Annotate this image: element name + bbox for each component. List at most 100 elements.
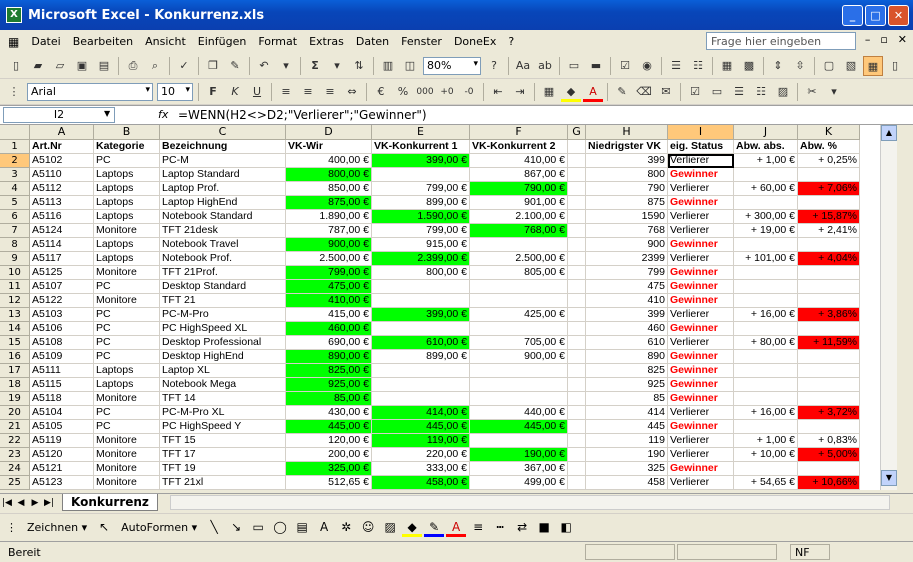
table-cell[interactable]: PC-M-Pro XL [160, 406, 286, 420]
table-cell[interactable]: 825,00 € [286, 364, 372, 378]
table-cell[interactable]: + 5,00% [798, 448, 860, 462]
table-cell[interactable]: 899,00 € [372, 196, 470, 210]
table-cell[interactable] [734, 322, 798, 336]
help-search-input[interactable]: Frage hier eingeben [706, 32, 856, 50]
table-cell[interactable] [734, 168, 798, 182]
table-cell[interactable]: TFT 15 [160, 434, 286, 448]
table-cell[interactable]: 119 [586, 434, 668, 448]
table-cell[interactable] [568, 168, 586, 182]
table-cell[interactable]: PC [94, 154, 160, 168]
form-image-icon[interactable]: ▨ [773, 82, 793, 102]
table-cell[interactable]: Laptops [94, 238, 160, 252]
header-cell[interactable]: eig. Status [668, 140, 734, 154]
horizontal-scrollbar[interactable] [170, 495, 890, 510]
table-cell[interactable]: 800,00 € [372, 266, 470, 280]
table-cell[interactable] [568, 308, 586, 322]
table-cell[interactable]: 705,00 € [470, 336, 568, 350]
table-cell[interactable]: 900,00 € [286, 238, 372, 252]
scroll-up-icon[interactable]: ▲ [881, 125, 897, 141]
table-cell[interactable]: Gewinner [668, 280, 734, 294]
table-cell[interactable]: 460,00 € [286, 322, 372, 336]
row-header[interactable]: 16 [0, 350, 30, 364]
header-cell[interactable]: Art.Nr [30, 140, 94, 154]
dash-style-icon[interactable]: ┅ [490, 517, 510, 537]
table-cell[interactable]: + 54,65 € [734, 476, 798, 490]
table-cell[interactable]: TFT 19 [160, 462, 286, 476]
table-cell[interactable]: 460 [586, 322, 668, 336]
percent-button[interactable]: % [393, 82, 413, 102]
table-cell[interactable]: Monitore [94, 462, 160, 476]
table-cell[interactable]: A5115 [30, 378, 94, 392]
table-cell[interactable]: + 2,41% [798, 224, 860, 238]
table-cell[interactable] [568, 322, 586, 336]
table-cell[interactable] [568, 350, 586, 364]
align-center-icon[interactable]: ≡ [298, 82, 318, 102]
3d-icon[interactable]: ◧ [556, 517, 576, 537]
spelling-icon[interactable]: ✓ [174, 56, 194, 76]
table-cell[interactable]: + 15,87% [798, 210, 860, 224]
table-cell[interactable]: 445,00 € [470, 420, 568, 434]
table-cell[interactable]: A5114 [30, 238, 94, 252]
function-icon[interactable]: fx [158, 108, 168, 121]
table-cell[interactable] [798, 364, 860, 378]
column-header-e[interactable]: E [372, 125, 470, 140]
table-cell[interactable]: 2.100,00 € [470, 210, 568, 224]
table-cell[interactable] [372, 322, 470, 336]
header-cell[interactable]: Niedrigster VK [586, 140, 668, 154]
menu-help[interactable]: ? [502, 35, 520, 48]
table-cell[interactable]: + 3,86% [798, 308, 860, 322]
table-cell[interactable]: A5108 [30, 336, 94, 350]
table-cell[interactable]: 119,00 € [372, 434, 470, 448]
table-cell[interactable]: 825 [586, 364, 668, 378]
table-cell[interactable] [372, 364, 470, 378]
table-cell[interactable]: Desktop Standard [160, 280, 286, 294]
form-checkbox-icon[interactable]: ☑ [685, 82, 705, 102]
table-cell[interactable]: + 16,00 € [734, 406, 798, 420]
table-cell[interactable]: + 0,83% [798, 434, 860, 448]
picture-icon[interactable]: ▨ [380, 517, 400, 537]
table-cell[interactable] [568, 434, 586, 448]
thousands-button[interactable]: 000 [415, 82, 435, 102]
table-cell[interactable]: Gewinner [668, 238, 734, 252]
table-cell[interactable] [734, 196, 798, 210]
checkbox-icon[interactable]: ☑ [615, 56, 635, 76]
table-cell[interactable]: + 1,00 € [734, 154, 798, 168]
table-cell[interactable]: TFT 21 [160, 294, 286, 308]
table-cell[interactable]: 799,00 € [286, 266, 372, 280]
scroll-track[interactable] [881, 141, 897, 470]
table-cell[interactable] [798, 196, 860, 210]
column-header-f[interactable]: F [470, 125, 568, 140]
table-cell[interactable]: Gewinner [668, 266, 734, 280]
table-cell[interactable]: Monitore [94, 476, 160, 490]
table-cell[interactable] [568, 294, 586, 308]
row-header[interactable]: 19 [0, 392, 30, 406]
bold-button[interactable]: F [203, 82, 223, 102]
table-cell[interactable]: A5121 [30, 462, 94, 476]
more-icon[interactable]: ▾ [824, 82, 844, 102]
header-cell[interactable]: Bezeichnung [160, 140, 286, 154]
table-cell[interactable] [568, 378, 586, 392]
radio-icon[interactable]: ◉ [637, 56, 657, 76]
table-cell[interactable] [568, 154, 586, 168]
table-cell[interactable] [568, 280, 586, 294]
header-cell[interactable] [568, 140, 586, 154]
row-header[interactable]: 5 [0, 196, 30, 210]
table-cell[interactable]: Monitore [94, 224, 160, 238]
table-cell[interactable]: 787,00 € [286, 224, 372, 238]
table-cell[interactable] [798, 420, 860, 434]
row-header[interactable]: 18 [0, 378, 30, 392]
table-cell[interactable]: + 4,04% [798, 252, 860, 266]
table-cell[interactable]: 399,00 € [372, 154, 470, 168]
vertical-scrollbar[interactable]: ▲ ▼ [880, 125, 897, 490]
table-cell[interactable]: 445,00 € [372, 420, 470, 434]
draw-border-icon[interactable]: ✎ [612, 82, 632, 102]
table-cell[interactable]: 790,00 € [470, 182, 568, 196]
table-cell[interactable]: PC-M-Pro [160, 308, 286, 322]
menu-doneex[interactable]: DoneEx [448, 35, 502, 48]
oval-icon[interactable]: ◯ [270, 517, 290, 537]
autosum-dropdown-icon[interactable]: ▾ [327, 56, 347, 76]
select-objects-icon[interactable]: ↖ [94, 517, 114, 537]
table-cell[interactable] [470, 294, 568, 308]
table-cell[interactable]: Gewinner [668, 364, 734, 378]
field-icon[interactable]: ▭ [564, 56, 584, 76]
